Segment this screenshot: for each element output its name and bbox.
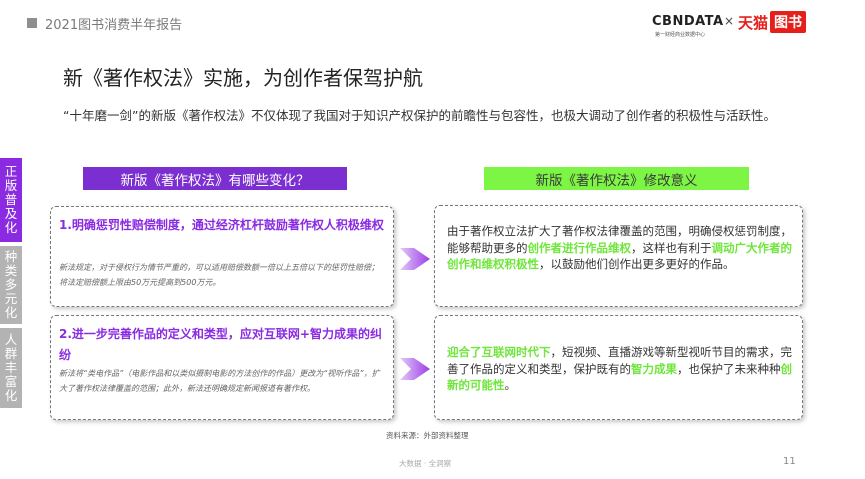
meaning-highlight: 智力成果 <box>631 361 677 376</box>
meaning-column-header: 新版《著作权法》修改意义 <box>484 167 749 190</box>
meaning-card-1: 由于著作权立法扩大了著作权法律覆盖的范围，明确侵权惩罚制度，能够帮助更多的创作者… <box>434 205 803 307</box>
chevron-right-arrow-icon <box>400 358 430 380</box>
sidebar-tab-char: 正 <box>4 164 18 179</box>
sidebar-tab-char: 化 <box>4 388 18 403</box>
cbndata-logo-subtitle: 第一财经商业数据中心 <box>655 32 706 38</box>
sidebar-tab-char: 人 <box>4 332 18 347</box>
sidebar-tab-char: 种 <box>4 249 18 264</box>
footer-brand: 大数据 · 全洞察 <box>399 459 452 468</box>
change-note-1: 新法规定，对于侵权行为情节严重的，可以适用赔偿数额一倍以上五倍以下的惩罚性赔偿；… <box>59 263 379 287</box>
sidebar-tab-audience[interactable]: 人 群 丰 富 化 <box>0 328 22 408</box>
meaning-highlight: 迎合了互联网时代下 <box>447 345 551 359</box>
section-sidebar: 正 版 普 及 化 种 类 多 元 化 人 群 丰 富 化 <box>0 158 22 412</box>
sidebar-tab-char: 类 <box>4 263 18 278</box>
chevron-right-arrow-icon <box>400 248 430 270</box>
header-square-icon <box>27 18 37 28</box>
changes-column-header: 新版《著作权法》有哪些变化？ <box>83 167 347 190</box>
intro-paragraph: “十年磨一剑”的新版《著作权法》不仅体现了我国对于知识产权保护的前瞻性与包容性，… <box>63 108 776 123</box>
tmall-book-badge: 图书 <box>770 11 806 33</box>
cbndata-logo: CBNDATA <box>652 14 724 29</box>
report-title: 2021图书消费半年报告 <box>45 18 183 33</box>
page-number: 11 <box>783 456 796 467</box>
sidebar-tab-copyright[interactable]: 正 版 普 及 化 <box>0 158 22 242</box>
meaning-segment: ，也保护了未来种种 <box>677 361 781 376</box>
sidebar-tab-char: 化 <box>4 305 18 320</box>
sidebar-tab-char: 普 <box>4 192 18 207</box>
meaning-segment: ，这样也有利于 <box>631 240 712 255</box>
sidebar-tab-char: 富 <box>4 374 18 389</box>
sidebar-tab-char: 版 <box>4 178 18 193</box>
page-title: 新《著作权法》实施，为创作者保驾护航 <box>63 66 423 90</box>
meaning-segment: ，以鼓励他们创作出更多更好的作品。 <box>539 257 735 271</box>
sidebar-tab-char: 元 <box>4 291 18 306</box>
source-note: 资料来源：外部资料整理 <box>386 431 469 440</box>
change-heading-1: 1.明确惩罚性赔偿制度，通过经济杠杆鼓励著作权人积极维权 <box>59 218 384 232</box>
change-heading-2: 2.进一步完善作品的定义和类型，应对互联网+智力成果的纠纷 <box>59 327 382 362</box>
meaning-segment: 。 <box>504 378 517 392</box>
change-note-2: 新法将“类电作品”（电影作品和以类似摄制电影的方法创作的作品）更改为“视听作品”… <box>59 369 380 393</box>
meaning-card-2: 迎合了互联网时代下，短视频、直播游戏等新型视听节目的需求，完善了作品的定义和类型… <box>434 315 803 420</box>
tmall-logo: 天猫 <box>738 14 769 32</box>
meaning-highlight: 创作者进行作品维权 <box>527 240 632 255</box>
change-card-1: 1.明确惩罚性赔偿制度，通过经济杠杆鼓励著作权人积极维权 新法规定，对于侵权行为… <box>50 206 394 307</box>
sidebar-tab-char: 丰 <box>4 360 18 375</box>
sidebar-tab-char: 及 <box>4 206 18 221</box>
sidebar-tab-char: 群 <box>4 346 18 361</box>
change-card-2: 2.进一步完善作品的定义和类型，应对互联网+智力成果的纠纷 新法将“类电作品”（… <box>50 315 394 420</box>
sidebar-tab-char: 化 <box>4 220 18 235</box>
meaning-text-1: 由于著作权立法扩大了著作权法律覆盖的范围，明确侵权惩罚制度，能够帮助更多的创作者… <box>447 223 792 273</box>
sidebar-tab-char: 多 <box>4 277 18 292</box>
meaning-text-2: 迎合了互联网时代下，短视频、直播游戏等新型视听节目的需求，完善了作品的定义和类型… <box>447 344 792 394</box>
sidebar-tab-category[interactable]: 种 类 多 元 化 <box>0 246 22 324</box>
logo-separator: × <box>724 14 735 28</box>
